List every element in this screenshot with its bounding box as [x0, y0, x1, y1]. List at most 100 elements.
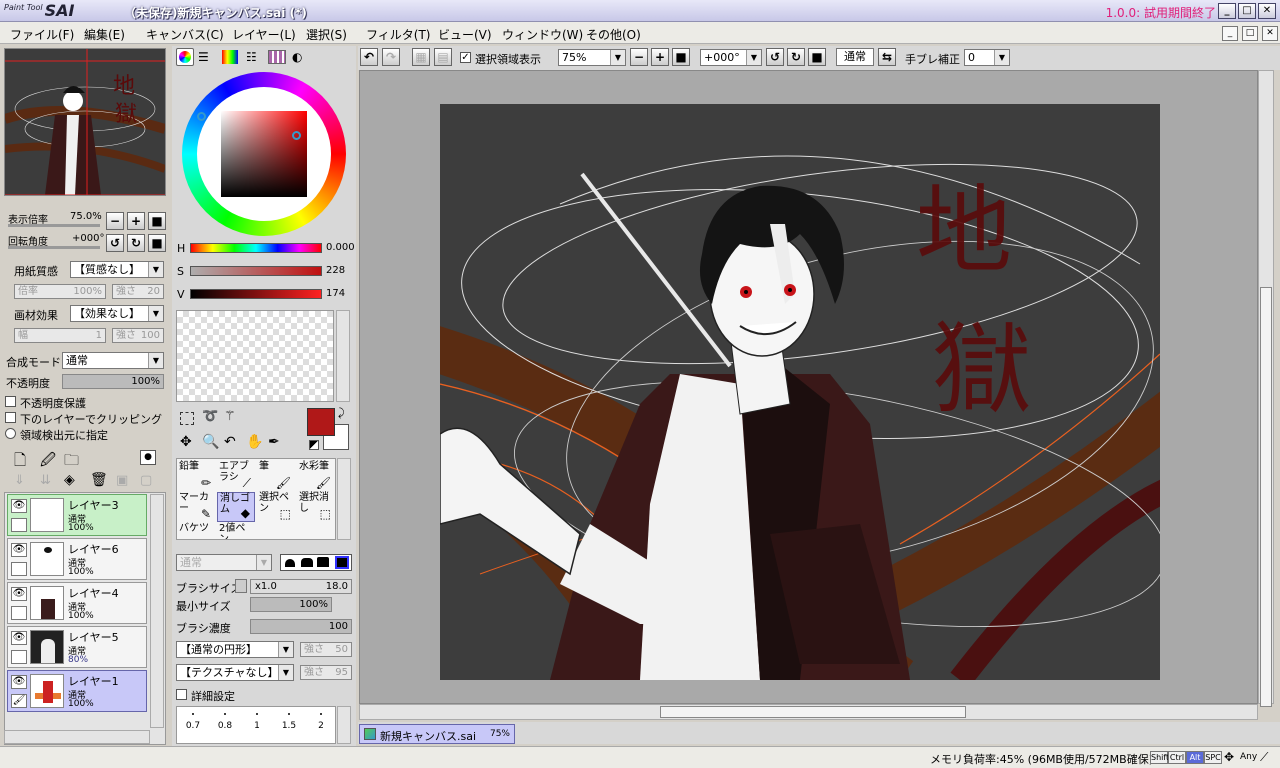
delete-layer-icon[interactable]: 🗑 — [90, 472, 108, 488]
close-button[interactable]: ✕ — [1258, 3, 1276, 19]
layer-row-3[interactable]: 👁 レイヤー3 通常 100% — [7, 494, 147, 536]
brush-texture-strength[interactable]: 強さ 95 — [300, 665, 352, 680]
visibility-eye-icon[interactable]: 👁 — [11, 675, 27, 689]
tool-select-erase[interactable]: 選択消し ⬚ — [297, 492, 335, 522]
stabilizer-dropdown[interactable]: 0 — [964, 49, 1010, 66]
layer-lock-toggle[interactable] — [11, 562, 27, 576]
layer-lock-toggle[interactable] — [11, 518, 27, 532]
menu-window[interactable]: ウィンドウ(W) — [502, 26, 583, 43]
default-colors-icon[interactable] — [309, 440, 319, 450]
zoom-dropdown[interactable]: 75% — [558, 49, 626, 66]
minimize-button[interactable]: _ — [1218, 3, 1236, 19]
zoom-out-button[interactable]: − — [106, 212, 124, 230]
selection-source-radio[interactable] — [5, 428, 16, 439]
effect-strength-field[interactable]: 強さ 100 — [112, 328, 164, 343]
brush-effect-dropdown[interactable]: 【効果なし】 — [70, 305, 164, 322]
brush-size-preset[interactable]: 0.8 — [209, 711, 241, 731]
clear-layer-icon[interactable]: ◈ — [64, 472, 75, 488]
visibility-eye-icon[interactable]: 👁 — [11, 499, 27, 513]
tool-eraser[interactable]: 消しゴム ◆ — [217, 492, 255, 522]
visibility-eye-icon[interactable]: 👁 — [11, 587, 27, 601]
paper-strength-field[interactable]: 強さ 20 — [112, 284, 164, 299]
palette-tab-icon[interactable]: ☷ — [246, 50, 257, 64]
tool-select-pen[interactable]: 選択ペン ⬚ — [257, 492, 295, 522]
brush-density-slider[interactable]: 100 — [250, 619, 352, 634]
layer-row-1[interactable]: 👁 🖌 レイヤー1 通常 100% — [7, 670, 147, 712]
show-selection-checkbox[interactable]: ✓ — [460, 52, 471, 63]
undo-button[interactable]: ↶ — [360, 48, 378, 66]
tool-grid-scrollbar[interactable] — [337, 458, 351, 540]
toolbar-zoom-reset-button[interactable]: ■ — [672, 48, 690, 66]
doc-close-button[interactable]: ✕ — [1262, 26, 1278, 41]
primary-color-swatch[interactable] — [307, 408, 335, 436]
menu-file[interactable]: ファイル(F) — [10, 26, 74, 43]
effect-width-field[interactable]: 幅1 — [14, 328, 106, 343]
scratchpad[interactable] — [176, 310, 334, 402]
rgb-slider-tab-icon[interactable]: ☰ — [198, 50, 209, 64]
rotate-reset-button[interactable]: ■ — [148, 234, 166, 252]
brush-size-preset[interactable]: 2 — [305, 711, 337, 731]
menu-filter[interactable]: フィルタ(T) — [366, 26, 430, 43]
rect-select-icon[interactable] — [180, 412, 194, 425]
canvas-blend-button[interactable]: 通常 — [836, 48, 874, 66]
doc-minimize-button[interactable]: _ — [1222, 26, 1238, 41]
canvas-horizontal-scrollbar[interactable] — [359, 704, 1258, 720]
rotation-dropdown[interactable]: +000° — [700, 49, 762, 66]
hand-tool-icon[interactable]: ✋ — [246, 434, 263, 450]
magic-wand-icon[interactable]: ⚚ — [224, 409, 236, 424]
lasso-icon[interactable]: ➰ — [202, 409, 218, 424]
document-tab[interactable]: 新規キャンバス.sai 75% — [359, 724, 515, 744]
new-linework-layer-icon[interactable]: 🖉 — [40, 450, 56, 475]
scratchpad-tab-icon[interactable]: ◐ — [292, 50, 302, 64]
brush-blend-dropdown[interactable]: 通常 — [176, 554, 272, 571]
tool-marker[interactable]: マーカー ✎ — [177, 492, 215, 522]
menu-edit[interactable]: 編集(E) — [84, 26, 125, 43]
toolbar-rotate-reset-button[interactable]: ■ — [808, 48, 826, 66]
color-wheel-tab-icon[interactable] — [176, 48, 194, 66]
tool-airbrush[interactable]: エアブラシ ⟋ — [217, 461, 255, 491]
brush-tip-shape-selector[interactable] — [280, 554, 352, 571]
scratchpad-scrollbar[interactable] — [336, 310, 350, 402]
move-icon[interactable]: ✥ — [180, 434, 192, 450]
blend-mode-dropdown[interactable]: 通常 — [62, 352, 164, 369]
rotate-right-button[interactable]: ↻ — [127, 234, 145, 252]
swap-colors-icon[interactable]: ⤸ — [338, 406, 345, 420]
delete-mask-icon[interactable]: ▢ — [140, 473, 152, 488]
eyedropper-icon[interactable]: ✒ — [268, 434, 280, 450]
clipping-checkbox[interactable] — [5, 412, 16, 423]
menu-other[interactable]: その他(O) — [586, 26, 641, 43]
layer-lock-toggle[interactable] — [11, 650, 27, 664]
menu-view[interactable]: ビュー(V) — [438, 26, 492, 43]
zoom-reset-button[interactable]: ■ — [148, 212, 166, 230]
sv-marker[interactable] — [292, 131, 301, 140]
toolbar-zoom-in-button[interactable]: + — [651, 48, 669, 66]
transfer-down-icon[interactable]: ⇓ — [14, 473, 25, 488]
merge-down-icon[interactable]: ⇊ — [40, 473, 51, 488]
hsv-slider-tab-icon[interactable] — [222, 50, 238, 64]
preserve-opacity-checkbox[interactable] — [5, 396, 16, 407]
swatches-tab-icon[interactable] — [268, 50, 286, 64]
visibility-eye-icon[interactable]: 👁 — [11, 543, 27, 557]
toolbar-zoom-out-button[interactable]: − — [630, 48, 648, 66]
hue-slider[interactable] — [190, 243, 322, 253]
brush-size-preset[interactable]: 1 — [241, 711, 273, 731]
layer-row-4[interactable]: 👁 レイヤー4 通常 100% — [7, 582, 147, 624]
tool-binary-pen[interactable]: 2値ペン✎ — [217, 523, 255, 539]
rotate-slider[interactable] — [8, 246, 100, 249]
brush-size-preset[interactable]: 0.7 — [177, 711, 209, 731]
zoom-slider[interactable] — [8, 224, 100, 227]
canvas-vertical-scrollbar[interactable] — [1258, 70, 1274, 707]
tool-watercolor[interactable]: 水彩筆 🖌 — [297, 461, 335, 491]
tool-pencil[interactable]: 鉛筆 ✏ — [177, 461, 215, 491]
apply-mask-icon[interactable]: ▣ — [116, 473, 128, 488]
brush-size-preset[interactable]: 1.5 — [273, 711, 305, 731]
zoom-in-button[interactable]: + — [127, 212, 145, 230]
zoom-tool-icon[interactable]: 🔍 — [202, 434, 219, 450]
menu-layer[interactable]: レイヤー(L) — [232, 26, 296, 43]
opacity-slider[interactable]: 100% — [62, 374, 164, 389]
hue-marker[interactable] — [197, 112, 206, 121]
navigator-preview[interactable]: 地 獄 — [3, 48, 167, 196]
brush-texture-dropdown[interactable]: 【テクスチャなし】 — [176, 664, 294, 681]
rotate-tool-icon[interactable]: ↶ — [224, 434, 236, 450]
redo-button[interactable]: ↷ — [382, 48, 400, 66]
